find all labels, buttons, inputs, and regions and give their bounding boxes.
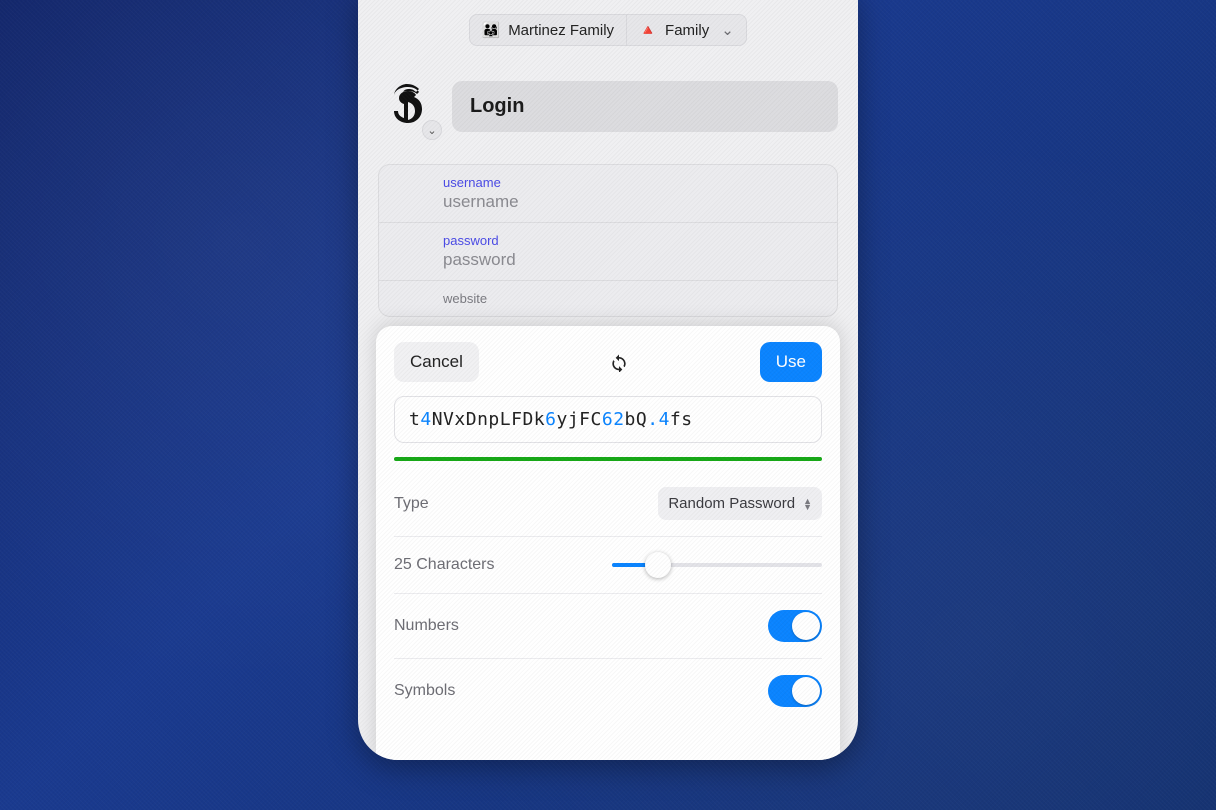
vault-name: Martinez Family	[508, 22, 614, 39]
category-chip[interactable]: 🔺 Family ⌄	[627, 14, 747, 46]
regenerate-button[interactable]	[601, 344, 637, 380]
field-label: website	[443, 291, 823, 306]
item-header: ⌄ Login	[358, 46, 858, 146]
credential-fields: username username password password webs…	[378, 164, 838, 317]
numbers-row: Numbers	[394, 594, 822, 659]
password-strength-bar	[394, 457, 822, 461]
device-frame: 👨‍👩‍👧 Martinez Family 🔺 Family ⌄ ⌄ Login	[358, 0, 858, 760]
up-down-icon: ▲▼	[803, 498, 812, 510]
field-label: username	[443, 175, 823, 190]
category-name: Family	[665, 22, 709, 39]
length-row: 25 Characters	[394, 537, 822, 594]
item-title-field[interactable]: Login	[452, 81, 838, 132]
numbers-toggle[interactable]	[768, 610, 822, 642]
slider-thumb[interactable]	[645, 552, 671, 578]
numbers-label: Numbers	[394, 617, 459, 635]
symbols-toggle[interactable]	[768, 675, 822, 707]
chevron-down-icon: ⌄	[721, 21, 734, 39]
symbols-row: Symbols	[394, 659, 822, 723]
item-icon-wrap[interactable]: ⌄	[378, 76, 438, 136]
password-generator-sheet: Cancel Use t4NVxDnpLFDk6yjFC62bQ.4fs Typ…	[376, 326, 840, 760]
type-row: Type Random Password ▲▼	[394, 471, 822, 537]
item-title: Login	[470, 95, 524, 117]
page-background: 👨‍👩‍👧 Martinez Family 🔺 Family ⌄ ⌄ Login	[0, 0, 1216, 810]
username-field[interactable]: username username	[379, 165, 837, 223]
website-field[interactable]: website	[379, 281, 837, 316]
use-button[interactable]: Use	[760, 342, 822, 382]
vault-chip[interactable]: 👨‍👩‍👧 Martinez Family	[469, 14, 627, 46]
type-value: Random Password	[668, 495, 795, 512]
cancel-button[interactable]: Cancel	[394, 342, 479, 382]
category-icon: 🔺	[639, 21, 657, 39]
vault-icon: 👨‍👩‍👧	[482, 21, 500, 39]
length-slider[interactable]	[612, 553, 822, 577]
field-label: password	[443, 233, 823, 248]
icon-picker-chevron-icon[interactable]: ⌄	[422, 120, 442, 140]
type-select[interactable]: Random Password ▲▼	[658, 487, 822, 520]
type-label: Type	[394, 495, 429, 513]
field-value: password	[443, 250, 823, 270]
symbols-label: Symbols	[394, 682, 455, 700]
refresh-icon	[609, 352, 629, 372]
field-value: username	[443, 192, 823, 212]
generated-password-display[interactable]: t4NVxDnpLFDk6yjFC62bQ.4fs	[394, 396, 822, 443]
password-field[interactable]: password password	[379, 223, 837, 281]
length-label: 25 Characters	[394, 556, 495, 574]
vault-breadcrumb: 👨‍👩‍👧 Martinez Family 🔺 Family ⌄	[358, 0, 858, 46]
